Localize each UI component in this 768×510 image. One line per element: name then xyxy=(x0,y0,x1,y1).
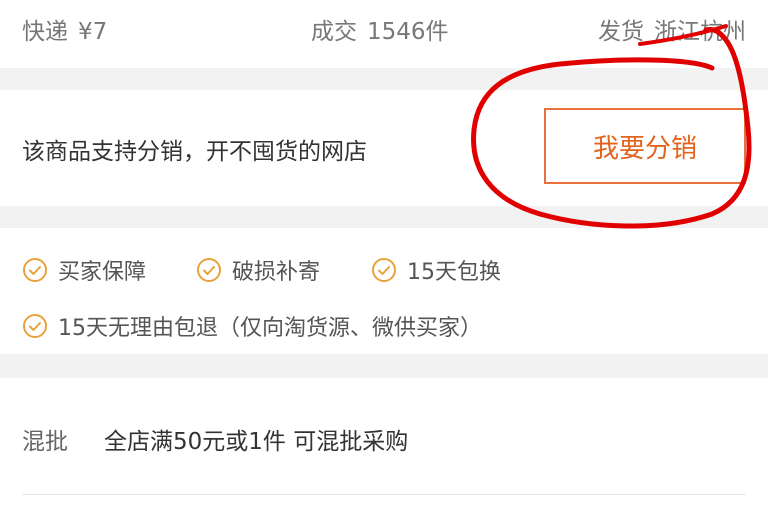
guarantee-item: 买家保障 xyxy=(22,254,146,286)
guarantee-item: 15天无理由包退（仅向淘货源、微供买家） xyxy=(22,310,482,342)
sold-count: 成交 1546件 xyxy=(311,12,449,46)
divider xyxy=(22,494,746,495)
guarantee-item: 破损补寄 xyxy=(196,254,320,286)
ship-origin-label: 发货 xyxy=(598,19,644,45)
guarantee-label: 15天无理由包退（仅向淘货源、微供买家） xyxy=(58,316,482,341)
shipping-fee: 快递 ¥7 xyxy=(22,12,107,46)
distribution-description: 该商品支持分销，开不囤货的网店 xyxy=(22,139,367,165)
mixed-wholesale-description: 全店满50元或1件 可混批采购 xyxy=(104,429,409,455)
check-circle-icon xyxy=(23,258,47,282)
mixed-wholesale-row[interactable]: 混批 全店满50元或1件 可混批采购 xyxy=(0,378,768,510)
mixed-wholesale-label: 混批 xyxy=(22,429,68,455)
ship-origin-value: 浙江杭州 xyxy=(654,19,746,45)
sold-count-label: 成交 xyxy=(311,19,357,45)
check-circle-icon xyxy=(197,258,221,282)
sold-count-value: 1546件 xyxy=(367,19,449,45)
guarantees-row: 买家保障 破损补寄 15天包换 15天无理由包退（仅向淘货源、微供买家） xyxy=(0,228,768,354)
distribution-row: 该商品支持分销，开不囤货的网店 我要分销 xyxy=(0,90,768,206)
guarantee-label: 15天包换 xyxy=(407,260,501,285)
check-circle-icon xyxy=(372,258,396,282)
guarantee-label: 买家保障 xyxy=(58,260,147,285)
ship-origin: 发货 浙江杭州 xyxy=(598,12,746,46)
distribute-button[interactable]: 我要分销 xyxy=(544,108,746,184)
shipping-info-row: 快递 ¥7 成交 1546件 发货 浙江杭州 xyxy=(0,0,768,68)
shipping-fee-label: 快递 xyxy=(22,19,68,45)
check-circle-icon xyxy=(23,314,47,338)
shipping-fee-value: ¥7 xyxy=(78,19,108,45)
guarantee-label: 破损补寄 xyxy=(232,260,321,285)
guarantee-item: 15天包换 xyxy=(371,254,501,286)
